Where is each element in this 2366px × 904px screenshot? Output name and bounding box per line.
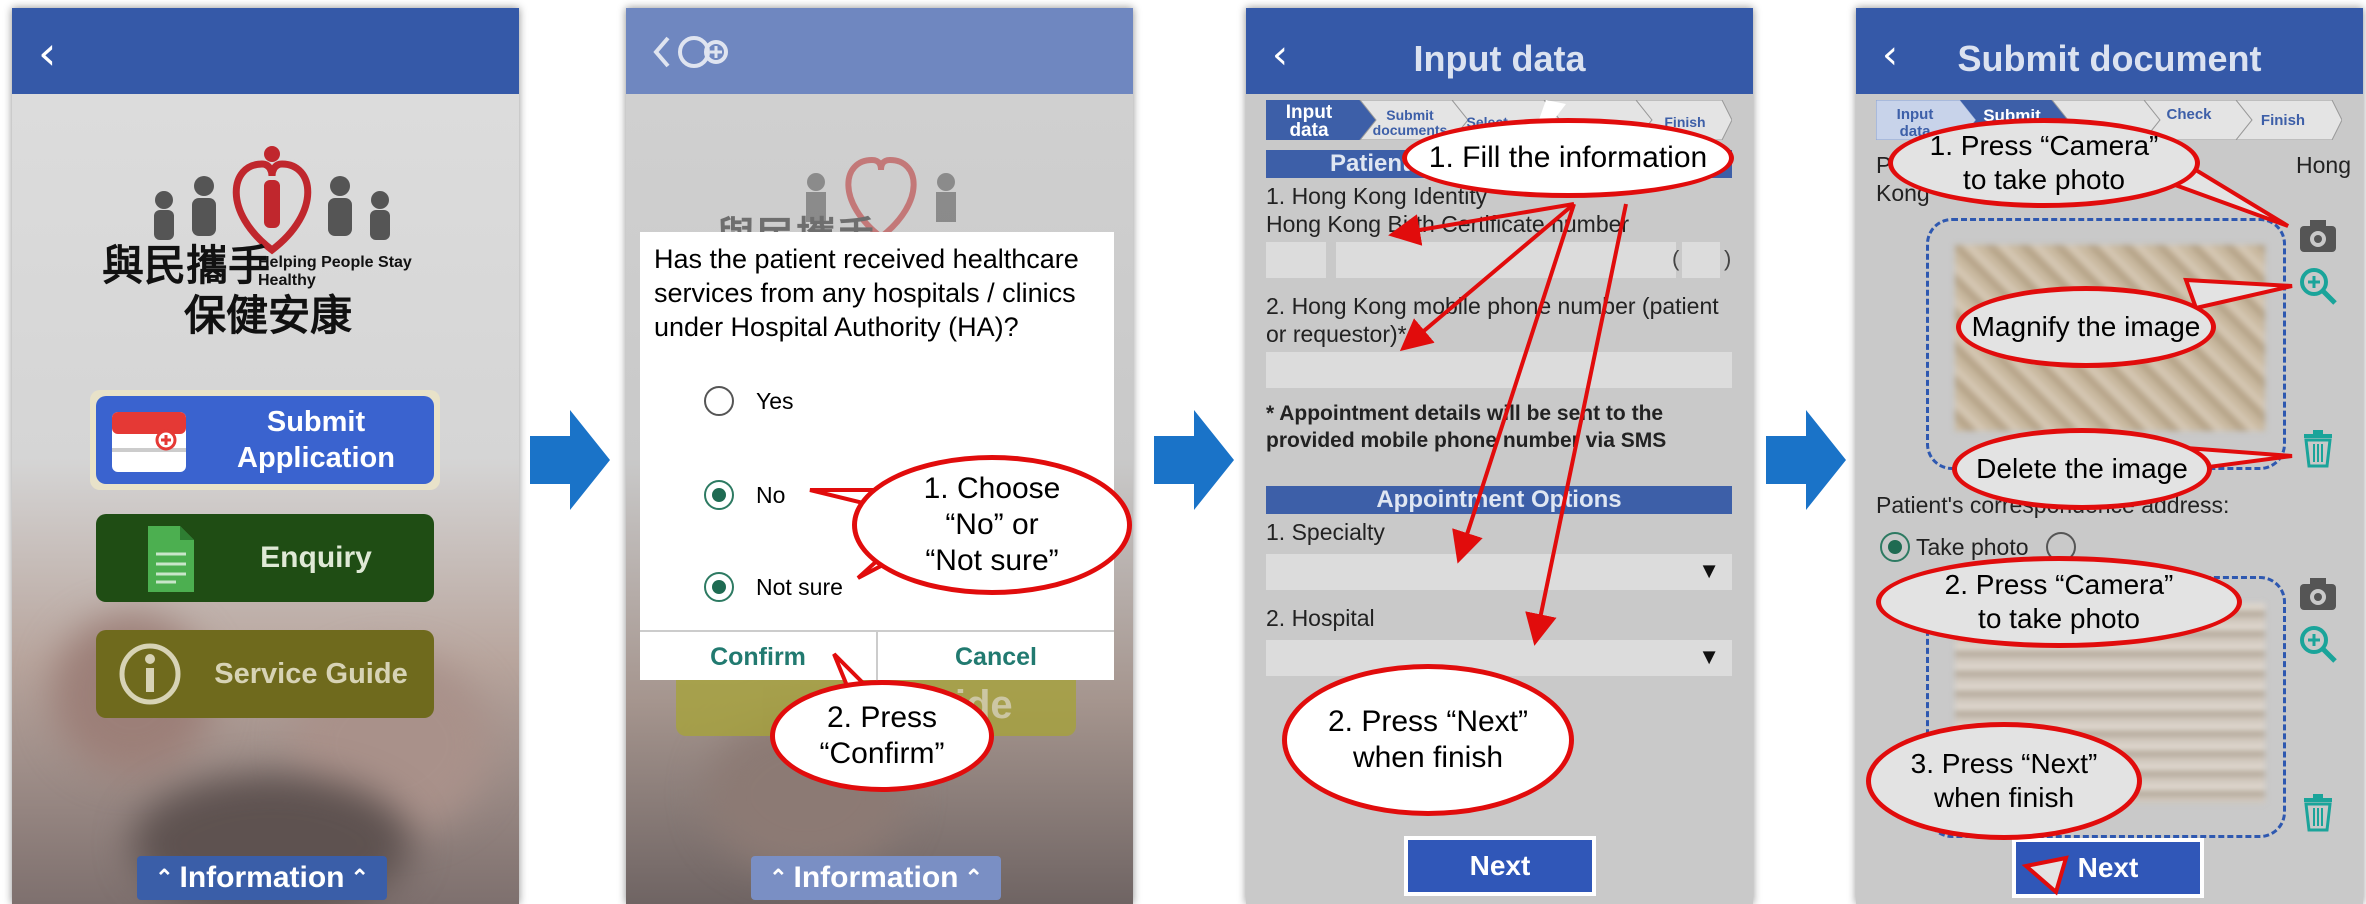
home-screen: ‹ 與民攜手 Helping People Stay Healthy 保健安康 [12,8,519,904]
callout-press-confirm: 2. Press “Confirm” [770,680,994,792]
arrow-right-icon [1154,410,1234,510]
callout-delete: Delete the image [1952,428,2212,510]
double-chevron-up-icon: ⌃ [155,865,174,890]
ha-question-dialog: Has the patient received healthcare serv… [640,232,1114,682]
arrow-right-icon [530,410,610,510]
service-guide-label: Service Guide [214,657,408,690]
callout-choose-option: 1. Choose “No” or “Not sure” [852,455,1132,595]
logo: 與民攜手 Helping People Stay Healthy 保健安康 [102,142,442,340]
dialog-question: Has the patient received healthcare serv… [654,244,1079,342]
arrow-right-icon [1766,410,1846,510]
document-icon [148,526,194,592]
back-logo-icon[interactable] [650,32,760,72]
radio-not-sure[interactable] [704,572,734,602]
callout-press-next: 2. Press “Next” when finish [1282,664,1574,816]
double-chevron-up-icon: ⌃ [769,865,788,890]
callout-fill-information: 1. Fill the information [1402,118,1734,198]
information-label: Information [793,861,959,894]
top-bar: ‹ [12,8,519,94]
submit-application-label: Submit Application [237,406,395,474]
top-bar [626,8,1133,94]
double-chevron-up-icon: ⌃ [964,865,983,890]
enquiry-label: Enquiry [260,541,372,574]
application-form-icon [112,412,186,472]
service-guide-button[interactable]: Service Guide [96,630,434,718]
radio-no[interactable] [704,480,734,510]
info-icon [119,643,181,705]
callout-camera-1: 1. Press “Camera” to take photo [1888,118,2200,208]
information-bar: ⌃ Information ⌃ [751,856,1001,900]
enquiry-button[interactable]: Enquiry [96,514,434,602]
option-yes-label: Yes [756,388,794,414]
option-no-label: No [756,482,786,508]
chevron-left-icon[interactable]: ‹ [38,30,56,76]
information-bar[interactable]: ⌃ Information ⌃ [137,856,387,900]
submit-application-button[interactable]: Submit Application [96,396,434,484]
callout-press-next: 3. Press “Next” when finish [1866,722,2142,840]
callout-magnify: Magnify the image [1956,286,2216,368]
radio-yes[interactable] [704,386,734,416]
double-chevron-up-icon: ⌃ [350,865,369,890]
logo-chinese-line2: 保健安康 [184,291,353,340]
submit-application-highlight: Submit Application [90,390,440,490]
cancel-button[interactable]: Cancel [878,630,1114,682]
callout-camera-2: 2. Press “Camera” to take photo [1876,556,2242,648]
information-label: Information [179,861,345,894]
